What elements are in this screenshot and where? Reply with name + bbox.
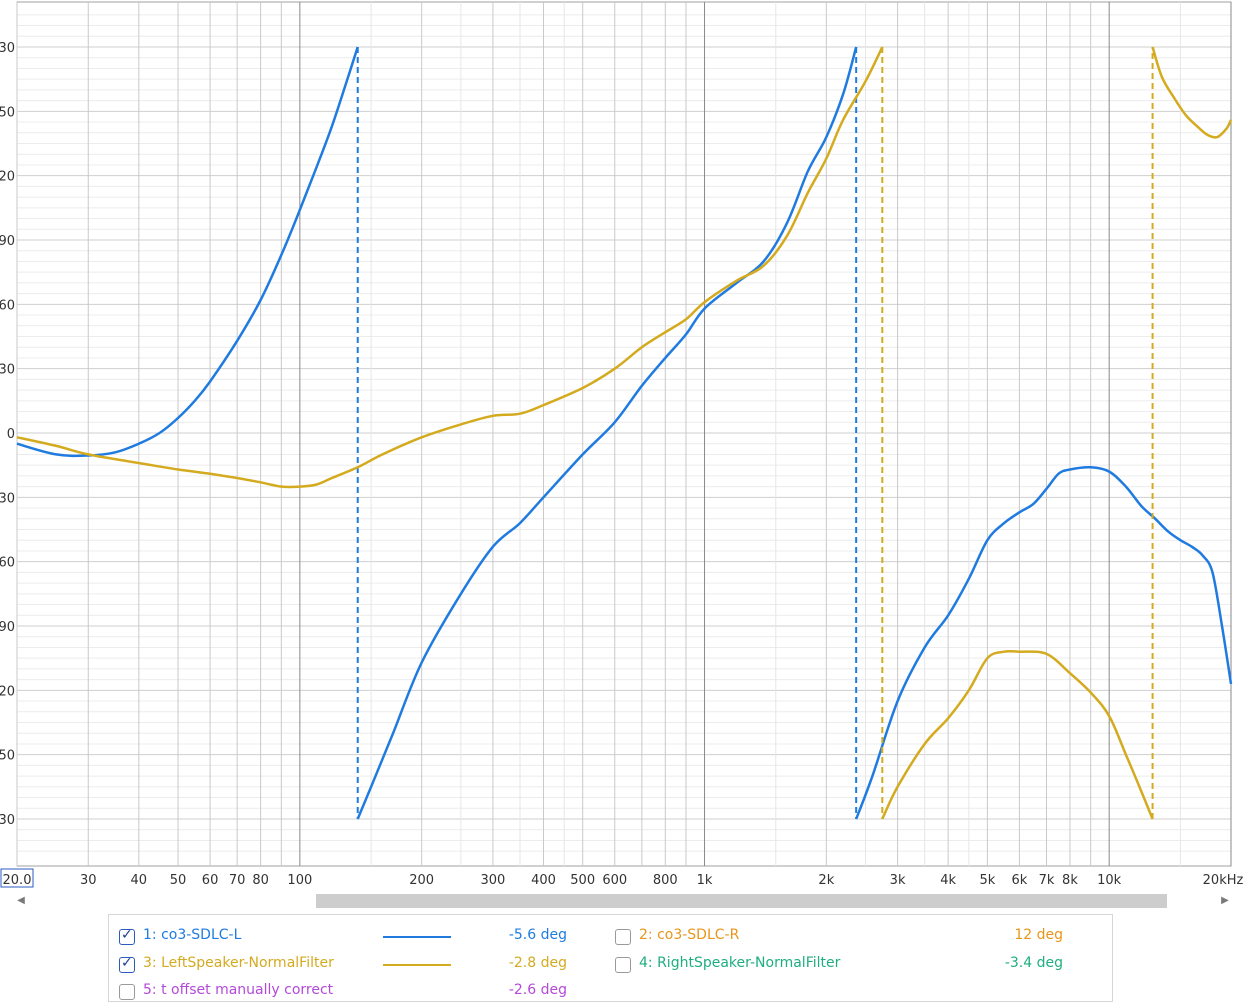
y-tick-label: 20 bbox=[0, 170, 15, 185]
horizontal-scrollbar[interactable]: ◀ ▶ bbox=[0, 892, 1259, 910]
x-tick-label: 2k bbox=[818, 873, 834, 888]
legend-line-3 bbox=[383, 964, 451, 966]
x-tick-label: 80 bbox=[252, 873, 269, 888]
y-axis-ticks: 30 50 20 90 60 30 0 30 60 90 20 50 30 bbox=[0, 41, 15, 828]
x-tick-label: 7k bbox=[1039, 873, 1055, 888]
legend-checkbox-1[interactable] bbox=[119, 927, 135, 945]
x-tick-label: 1k bbox=[697, 873, 713, 888]
legend-label-3: 3: LeftSpeaker-NormalFilter bbox=[143, 955, 334, 971]
legend-value-1-wrap: -5.6 deg bbox=[507, 927, 567, 949]
legend-checkbox-5[interactable] bbox=[119, 984, 135, 1000]
legend-line-1 bbox=[383, 936, 451, 938]
legend-value-2-wrap: 12 deg bbox=[989, 927, 1063, 949]
legend-label-2: 2: co3-SDLC-R bbox=[639, 927, 740, 943]
x-tick-label: 30 bbox=[80, 873, 97, 888]
legend-value-2: 12 deg bbox=[1014, 927, 1063, 943]
legend-value-5: -2.6 deg bbox=[508, 982, 567, 998]
x-tick-label: 40 bbox=[131, 873, 148, 888]
x-tick-label: 800 bbox=[653, 873, 678, 888]
legend-value-3: -2.8 deg bbox=[508, 955, 567, 971]
plot-area bbox=[16, 1, 1232, 867]
chart-grid bbox=[16, 1, 1232, 867]
legend-checkbox-4[interactable] bbox=[615, 957, 631, 973]
legend-panel: 1: co3-SDLC-L -5.6 deg 2: co3-SDLC-R 12 … bbox=[108, 914, 1113, 1002]
x-tick-label: 200 bbox=[409, 873, 434, 888]
y-tick-label: 60 bbox=[0, 298, 15, 313]
legend-value-3-wrap: -2.8 deg bbox=[507, 955, 567, 977]
x-tick-label: 6k bbox=[1012, 873, 1028, 888]
y-tick-label: 90 bbox=[0, 234, 15, 249]
x-tick-label: 70 bbox=[229, 873, 246, 888]
legend-checkbox-3[interactable] bbox=[119, 955, 135, 973]
y-tick-label: 20 bbox=[0, 684, 15, 699]
x-tick-label: 8k bbox=[1062, 873, 1078, 888]
legend-value-5-wrap: -2.6 deg bbox=[507, 982, 567, 1004]
y-tick-label: 50 bbox=[0, 749, 15, 764]
legend-label-5: 5: t offset manually correct bbox=[143, 982, 334, 998]
legend-checkbox-2[interactable] bbox=[615, 929, 631, 945]
legend-label-1: 1: co3-SDLC-L bbox=[143, 927, 242, 943]
x-tick-label: 60 bbox=[202, 873, 219, 888]
x-tick-label: 400 bbox=[531, 873, 556, 888]
x-tick-label: 3k bbox=[890, 873, 906, 888]
x-tick-label: 20.0 bbox=[3, 873, 32, 888]
x-tick-label: 500 bbox=[570, 873, 595, 888]
x-tick-label: 600 bbox=[602, 873, 627, 888]
y-tick-label: 60 bbox=[0, 556, 15, 571]
x-tick-label: 50 bbox=[170, 873, 187, 888]
y-tick-label: 30 bbox=[0, 813, 15, 828]
phase-chart[interactable]: 3050209060300306090205030 20.0 30 40 50 60 70… bbox=[0, 0, 1259, 892]
y-tick-label: 0 bbox=[7, 427, 15, 442]
scroll-left-arrow-icon[interactable]: ◀ bbox=[12, 892, 30, 910]
x-tick-label: 20kHz bbox=[1203, 873, 1244, 888]
legend-value-4: -3.4 deg bbox=[1004, 955, 1063, 971]
scroll-right-arrow-icon[interactable]: ▶ bbox=[1216, 892, 1234, 910]
x-tick-label: 10k bbox=[1097, 873, 1122, 888]
x-tick-label: 100 bbox=[287, 873, 312, 888]
legend-value-1: -5.6 deg bbox=[508, 927, 567, 943]
x-axis-ticks: 20.0 30 40 50 60 70 80 100 200 300 400 500 600 800 1k 2… bbox=[0, 868, 1244, 888]
legend-value-4-wrap: -3.4 deg bbox=[989, 955, 1063, 977]
legend-label-4: 4: RightSpeaker-NormalFilter bbox=[639, 955, 841, 971]
y-tick-label: 50 bbox=[0, 105, 15, 120]
x-tick-label: 4k bbox=[940, 873, 956, 888]
x-tick-label: 300 bbox=[481, 873, 506, 888]
y-tick-label: 30 bbox=[0, 41, 15, 56]
y-tick-label: 30 bbox=[0, 363, 15, 378]
x-tick-label: 5k bbox=[979, 873, 995, 888]
y-tick-label: 30 bbox=[0, 491, 15, 506]
y-tick-label: 90 bbox=[0, 620, 15, 635]
scroll-thumb[interactable] bbox=[316, 894, 1167, 908]
